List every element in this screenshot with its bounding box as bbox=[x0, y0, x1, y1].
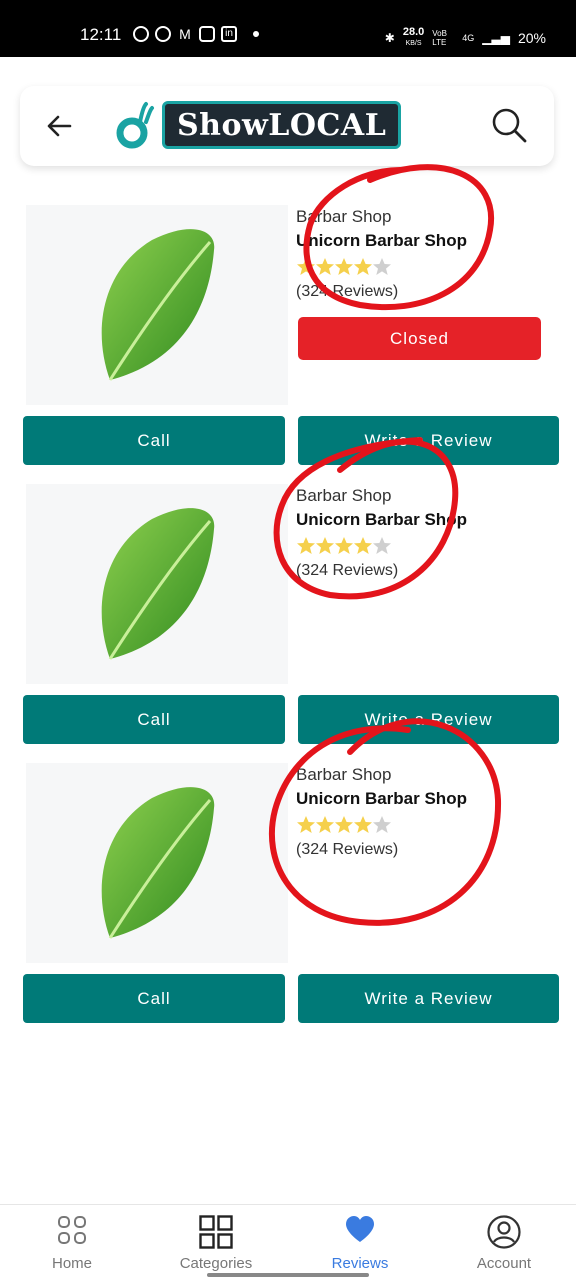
rating-stars bbox=[296, 536, 546, 556]
network-type: 4G bbox=[462, 33, 475, 43]
nav-categories[interactable]: Categories bbox=[161, 1215, 271, 1272]
listing-card[interactable]: Barbar Shop Unicorn Barbar Shop (324 Rev… bbox=[0, 205, 576, 473]
app-logo: ShowLOCAL bbox=[116, 100, 402, 150]
listing-info: Barbar Shop Unicorn Barbar Shop (324 Rev… bbox=[296, 207, 546, 301]
rating-stars bbox=[296, 257, 546, 277]
app-header: ShowLOCAL bbox=[20, 86, 554, 166]
search-icon[interactable] bbox=[490, 106, 528, 144]
back-arrow-icon[interactable] bbox=[44, 110, 76, 142]
nav-reviews-label: Reviews bbox=[331, 1255, 389, 1272]
gesture-home-bar[interactable] bbox=[207, 1273, 369, 1277]
status-right: ✱ 28.0 KB/S VoB LTE 4G ▁▃▅ 20% bbox=[385, 27, 546, 49]
rating-stars bbox=[296, 815, 546, 835]
write-review-button[interactable]: Write a Review bbox=[298, 695, 559, 744]
battery-level: 20% bbox=[517, 30, 546, 46]
whatsapp-icon bbox=[133, 26, 149, 42]
leaf-image bbox=[101, 787, 215, 939]
listing-image bbox=[26, 484, 288, 684]
listing-info: Barbar Shop Unicorn Barbar Shop (324 Rev… bbox=[296, 486, 546, 580]
bluetooth-icon: ✱ bbox=[384, 31, 395, 45]
review-count: (324 Reviews) bbox=[296, 562, 399, 579]
nav-account[interactable]: Account bbox=[449, 1215, 559, 1272]
notification-icons: M in bbox=[133, 26, 259, 42]
logo-wordmark: ShowLOCAL bbox=[162, 101, 402, 149]
listing-name: Unicorn Barbar Shop bbox=[296, 231, 467, 250]
listing-name: Unicorn Barbar Shop bbox=[296, 510, 467, 529]
listing-card[interactable]: Barbar Shop Unicorn Barbar Shop (324 Rev… bbox=[0, 484, 576, 752]
review-count: (324 Reviews) bbox=[296, 841, 399, 858]
nav-home[interactable]: Home bbox=[17, 1215, 127, 1272]
listing-category: Barbar Shop bbox=[296, 207, 392, 226]
signal-icon: ▁▃▅ bbox=[482, 31, 510, 45]
status-bar: 12:11 M in ✱ 28.0 KB/S VoB LTE 4G ▁▃▅ 20% bbox=[0, 0, 576, 57]
home-grid-icon bbox=[58, 1216, 86, 1244]
net-speed: 28.0 KB/S bbox=[402, 26, 425, 48]
write-review-button[interactable]: Write a Review bbox=[298, 416, 559, 465]
call-button[interactable]: Call bbox=[23, 695, 285, 744]
listing-name: Unicorn Barbar Shop bbox=[296, 789, 467, 808]
listing-image bbox=[26, 763, 288, 963]
gmail-icon: M bbox=[179, 26, 191, 42]
review-count: (324 Reviews) bbox=[296, 283, 399, 300]
listing-category: Barbar Shop bbox=[296, 486, 392, 505]
call-button[interactable]: Call bbox=[23, 416, 285, 465]
closed-status-badge: Closed bbox=[298, 317, 541, 360]
volte-indicator: VoB LTE bbox=[432, 29, 447, 47]
snapchat-icon bbox=[199, 26, 215, 42]
write-review-button[interactable]: Write a Review bbox=[298, 974, 559, 1023]
nav-categories-label: Categories bbox=[179, 1255, 253, 1272]
ok-hand-logo-icon bbox=[116, 102, 154, 149]
listing-category: Barbar Shop bbox=[296, 765, 392, 784]
heart-icon bbox=[346, 1216, 374, 1242]
leaf-image bbox=[101, 508, 215, 660]
status-time: 12:11 bbox=[80, 25, 122, 44]
categories-icon bbox=[199, 1215, 233, 1249]
account-icon bbox=[487, 1215, 521, 1249]
linkedin-icon: in bbox=[221, 26, 237, 42]
listing-image bbox=[26, 205, 288, 405]
nav-home-label: Home bbox=[51, 1255, 92, 1272]
more-dot-icon bbox=[253, 31, 259, 37]
bottom-navigation: Home Categories Reviews Account bbox=[0, 1204, 576, 1280]
star-icon bbox=[297, 258, 315, 275]
listing-card[interactable]: Barbar Shop Unicorn Barbar Shop (324 Rev… bbox=[0, 763, 576, 1031]
nav-account-label: Account bbox=[476, 1255, 532, 1272]
nav-reviews[interactable]: Reviews bbox=[305, 1215, 415, 1272]
call-button[interactable]: Call bbox=[23, 974, 285, 1023]
listing-info: Barbar Shop Unicorn Barbar Shop (324 Rev… bbox=[296, 765, 546, 859]
whatsapp-business-icon bbox=[155, 26, 171, 42]
leaf-image bbox=[101, 229, 215, 381]
